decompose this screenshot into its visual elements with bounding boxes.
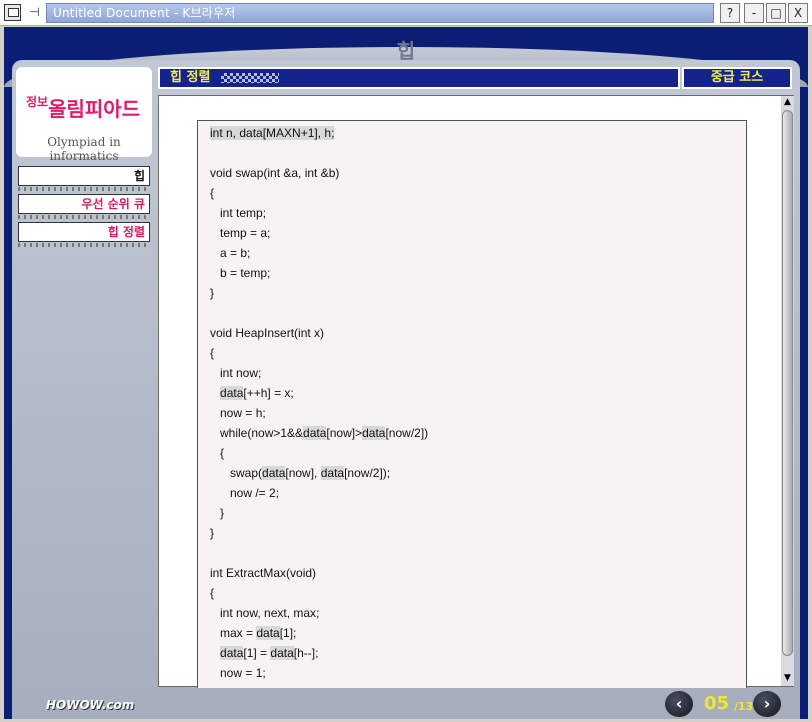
scroll-down-icon[interactable]: ▼ bbox=[781, 672, 794, 684]
current-page: 05 bbox=[704, 693, 730, 714]
logo-english: Olympiad in informatics bbox=[47, 135, 121, 163]
window-title: Untitled Document - K브라우저 bbox=[46, 3, 714, 23]
close-button[interactable]: X bbox=[788, 3, 808, 23]
logo[interactable]: 정보올림피아드 Olympiad in informatics bbox=[16, 67, 152, 163]
nav-item-heap-sort[interactable]: 힙 정렬 bbox=[18, 222, 150, 242]
code-line: int now, next, max; bbox=[210, 606, 320, 620]
logo-korean: 정보올림피아드 bbox=[26, 95, 141, 121]
code-line: { bbox=[210, 186, 215, 200]
code-line: void HeapInsert(int x) bbox=[210, 326, 325, 340]
next-page-button[interactable]: › bbox=[752, 690, 782, 718]
minimize-button[interactable]: - bbox=[744, 3, 764, 23]
code-line: now = 1; bbox=[210, 666, 266, 680]
nav-divider bbox=[18, 243, 150, 247]
code-line: data[1] = data[h--]; bbox=[220, 646, 319, 660]
code-line: int ExtractMax(void) bbox=[210, 566, 317, 580]
vertical-scrollbar[interactable]: ▲ ▼ bbox=[781, 96, 794, 686]
nav-divider bbox=[18, 187, 150, 191]
code-line: { bbox=[210, 346, 215, 360]
code-line: } bbox=[210, 526, 215, 540]
course-label: 중급 코스 bbox=[682, 67, 792, 89]
code-line: max = data[1]; bbox=[210, 626, 297, 640]
code-line: int n, data[MAXN+1], h; bbox=[210, 126, 335, 140]
nav-divider bbox=[18, 215, 150, 219]
code-line: temp = a; bbox=[210, 226, 271, 240]
code-block: int n, data[MAXN+1], h; void swap(int &a,… bbox=[197, 120, 747, 688]
prev-page-button[interactable]: ‹ bbox=[664, 690, 694, 718]
section-title: 힙 정렬 bbox=[170, 70, 211, 85]
code-line: } bbox=[210, 286, 215, 300]
code-line: void swap(int &a, int &b) bbox=[210, 166, 340, 180]
code-line: b = temp; bbox=[210, 266, 271, 280]
checker-decoration bbox=[220, 72, 279, 83]
code-line: int temp; bbox=[210, 206, 267, 220]
content-area: int n, data[MAXN+1], h; void swap(int &a,… bbox=[158, 95, 794, 688]
code-line: while(now>1&&data[now]>data[now/2]) bbox=[210, 426, 429, 440]
code-line: } bbox=[210, 506, 225, 520]
code-line: while(1) bbox=[210, 683, 746, 688]
code-line: swap(data[now], data[now/2]); bbox=[210, 466, 391, 480]
title-bar: ⊣ Untitled Document - K브라우저 ? - □ X bbox=[0, 0, 812, 26]
scroll-thumb[interactable] bbox=[782, 110, 793, 656]
total-pages: /13 bbox=[734, 700, 754, 713]
section-header: 힙 정렬 bbox=[158, 67, 680, 89]
code-line: now = h; bbox=[210, 406, 266, 420]
maximize-button[interactable]: □ bbox=[766, 3, 786, 23]
nav-item-heap[interactable]: 힙 bbox=[18, 166, 150, 186]
app-icon[interactable] bbox=[4, 4, 21, 21]
scroll-up-icon[interactable]: ▲ bbox=[781, 96, 794, 108]
code-line: { bbox=[210, 446, 225, 460]
help-button[interactable]: ? bbox=[720, 3, 740, 23]
pin-icon[interactable]: ⊣ bbox=[26, 4, 43, 21]
code-line: a = b; bbox=[210, 246, 251, 260]
code-line: data[++h] = x; bbox=[220, 386, 294, 400]
pager: ‹ 05 /13 › bbox=[664, 690, 786, 718]
page-frame: 힙 정보올림피아드 Olympiad in informatics 힙 우선 순… bbox=[4, 27, 808, 719]
code-line: int now; bbox=[210, 366, 262, 380]
code-line: { bbox=[210, 586, 215, 600]
howow-logo: HOWOW.com bbox=[46, 698, 135, 712]
code-line: now /= 2; bbox=[210, 486, 280, 500]
nav-item-priority-queue[interactable]: 우선 순위 큐 bbox=[18, 194, 150, 214]
